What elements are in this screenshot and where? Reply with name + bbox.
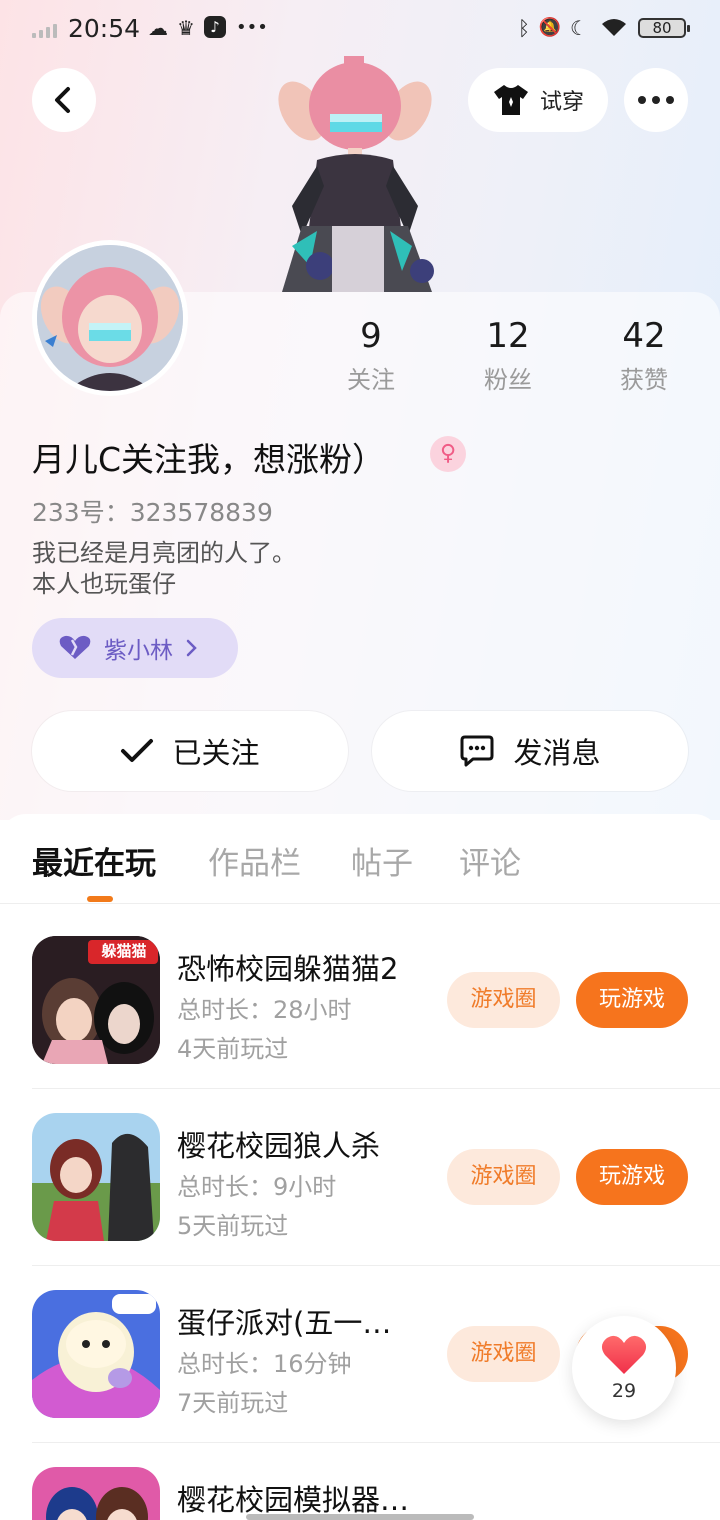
play-game-button[interactable]: 玩游戏 [576, 1149, 688, 1205]
game-icon [32, 1290, 160, 1418]
heart-icon [601, 1335, 647, 1374]
send-message-label: 发消息 [513, 736, 601, 770]
chat-bubble-icon [460, 735, 494, 767]
game-icon [32, 1467, 160, 1520]
like-count: 29 [611, 1380, 637, 1402]
try-on-label: 试穿 [539, 90, 584, 115]
try-on-button[interactable]: 试穿 [468, 68, 608, 132]
followed-label: 已关注 [172, 736, 260, 770]
bio-line: 本人也玩蛋仔 [32, 570, 176, 598]
like-button[interactable]: 29 [572, 1316, 676, 1420]
heart-badge-icon [59, 635, 91, 659]
avatar[interactable] [32, 240, 188, 396]
fans-label: 粉丝 [484, 366, 532, 394]
send-message-button[interactable]: 发消息 [372, 711, 688, 791]
signal-icon [32, 20, 60, 38]
tabs-divider [0, 903, 720, 904]
likes-received-count: 42 [622, 316, 666, 356]
shirt-icon [493, 85, 528, 115]
stat-fans[interactable]: 12 粉丝 [448, 316, 568, 395]
game-circle-button[interactable]: 游戏圈 [447, 1326, 560, 1382]
game-last-played: 4天前玩过 [177, 1035, 289, 1063]
game-list-item[interactable]: 恐怖校园躲猫猫2 总时长：28小时 4天前玩过 游戏圈 玩游戏 [0, 912, 720, 1089]
chevron-left-icon [55, 87, 70, 113]
play-game-button[interactable]: 玩游戏 [576, 972, 688, 1028]
bio-line: 我已经是月亮团的人了。 [32, 539, 296, 567]
bluetooth-icon: ᛒ [518, 16, 530, 40]
music-app-icon: ♪ [204, 16, 226, 38]
mute-bell-icon: 🔕 [538, 17, 562, 38]
more-dots-icon [638, 96, 646, 104]
stat-likes[interactable]: 42 获赞 [584, 316, 704, 395]
character-outfit-image [262, 56, 448, 292]
game-title: 恐怖校园躲猫猫2 [177, 952, 399, 986]
more-dots-icon: ••• [236, 17, 268, 38]
battery-icon: 80 [638, 18, 690, 38]
game-last-played: 5天前玩过 [177, 1212, 289, 1240]
status-time: 20:54 [68, 14, 141, 43]
game-title: 樱花校园狼人杀 [177, 1129, 381, 1163]
game-list-item[interactable]: 樱花校园模拟器… [0, 1443, 720, 1520]
crown-icon: ♛ [177, 16, 195, 40]
game-circle-button[interactable]: 游戏圈 [447, 1149, 560, 1205]
status-bar: 20:54 ☁ ♛ ♪ ••• ᛒ 🔕 ☾ 80 [0, 0, 720, 56]
game-title: 蛋仔派对(五一… [177, 1306, 392, 1340]
active-tab-indicator [87, 896, 113, 902]
guild-tag-label: 紫小林 [104, 638, 173, 664]
tab-comments[interactable]: 评论 [459, 838, 521, 883]
game-icon [32, 1113, 160, 1241]
female-icon: ♀ [430, 436, 466, 472]
checkmark-icon [121, 739, 154, 762]
game-duration: 总时长：28小时 [177, 996, 352, 1024]
wifi-icon [600, 16, 628, 40]
game-last-played: 7天前玩过 [177, 1389, 289, 1417]
guild-tag[interactable]: 紫小林 [32, 618, 238, 678]
cloud-icon: ☁ [148, 16, 168, 40]
game-title: 樱花校园模拟器… [177, 1483, 410, 1517]
tab-works[interactable]: 作品栏 [208, 838, 301, 883]
following-label: 关注 [347, 366, 395, 394]
more-options-button[interactable] [624, 68, 688, 132]
followed-button[interactable]: 已关注 [32, 711, 348, 791]
back-button[interactable] [32, 68, 96, 132]
likes-received-label: 获赞 [620, 366, 668, 394]
user-id: 233号：323578839 [32, 498, 273, 527]
game-duration: 总时长：9小时 [177, 1173, 337, 1201]
game-duration: 总时长：16分钟 [177, 1350, 352, 1378]
moon-icon: ☾ [570, 16, 588, 40]
game-icon-label: 躲猫猫 [101, 942, 147, 960]
bio: 我已经是月亮团的人了。 本人也玩蛋仔 [32, 538, 296, 600]
nickname: 月儿C关注我，想涨粉） [32, 440, 386, 479]
chevron-right-icon [186, 639, 197, 657]
home-indicator [246, 1514, 474, 1520]
game-circle-button[interactable]: 游戏圈 [447, 972, 560, 1028]
fans-count: 12 [486, 316, 530, 356]
tab-recently-played[interactable]: 最近在玩 [32, 838, 156, 883]
tab-posts[interactable]: 帖子 [351, 838, 413, 883]
stat-following[interactable]: 9 关注 [311, 316, 431, 395]
following-count: 9 [360, 316, 382, 356]
game-list-item[interactable]: 樱花校园狼人杀 总时长：9小时 5天前玩过 游戏圈 玩游戏 [0, 1089, 720, 1266]
